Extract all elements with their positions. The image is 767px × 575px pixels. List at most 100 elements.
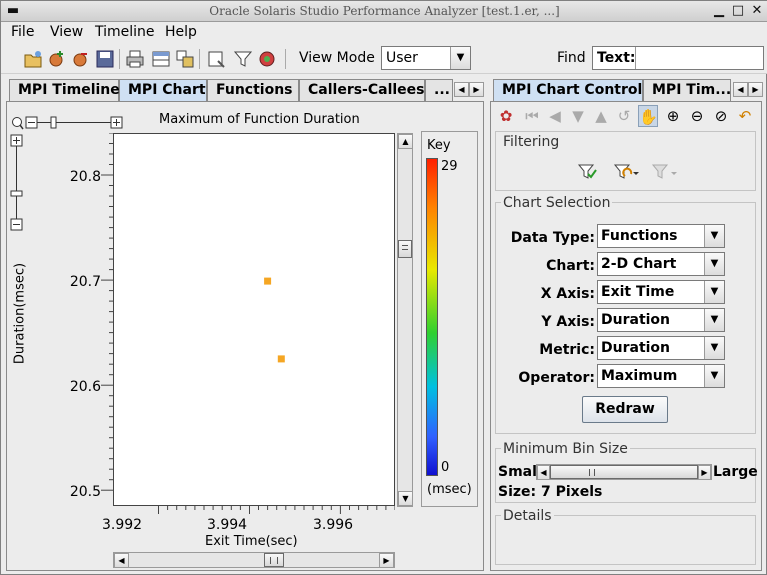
menu-bar: File View Timeline Help <box>1 22 767 44</box>
tab-scroll-left-icon[interactable]: ◀ <box>454 82 469 97</box>
scatter-plot-area[interactable] <box>113 133 395 506</box>
scroll-left-icon[interactable]: ◀ <box>114 553 129 568</box>
right-tab-scroll-right-icon[interactable]: ▶ <box>748 82 763 97</box>
menu-timeline-label: Timeline <box>95 24 155 40</box>
drop-experiment-icon[interactable] <box>71 49 91 69</box>
tab-mpi-chart-controls[interactable]: MPI Chart Controls <box>493 79 651 101</box>
pan-hand-icon[interactable]: ✋ <box>638 105 658 127</box>
bin-size-slider[interactable]: ◀ ▶ <box>536 464 712 480</box>
zoom-reset-icon[interactable]: ⊘ <box>711 105 731 127</box>
color-chooser-icon[interactable]: ✿ <box>496 105 516 127</box>
chevron-down-icon: ▼ <box>704 365 724 387</box>
scroll-right-icon[interactable]: ▶ <box>379 553 394 568</box>
compare-icon[interactable] <box>175 49 195 69</box>
horizontal-zoom-slider[interactable] <box>11 115 125 131</box>
find-text-field[interactable]: Text: <box>592 46 764 70</box>
right-tab-scroll-left-icon[interactable]: ◀ <box>733 82 748 97</box>
tab-more[interactable]: ... <box>425 79 453 101</box>
save-icon[interactable] <box>95 49 115 69</box>
menu-help-label: Help <box>165 24 197 40</box>
menu-timeline[interactable]: Timeline <box>95 24 155 40</box>
vertical-scroll-thumb[interactable] <box>398 240 412 258</box>
y-axis-value: Duration <box>601 312 671 328</box>
undo-icon[interactable]: ↶ <box>735 105 755 127</box>
x-axis-select[interactable]: Exit Time ▼ <box>597 280 725 304</box>
settings-icon[interactable] <box>207 49 227 69</box>
chart-title: Maximum of Function Duration <box>159 112 360 127</box>
minimize-icon[interactable]: ▁ <box>711 3 727 19</box>
tab-mpi-timeline[interactable]: MPI Timeline <box>9 79 120 101</box>
tab-callers-callees[interactable]: Callers-Callees <box>299 79 425 101</box>
filter-icon[interactable] <box>233 49 253 69</box>
scroll-up-icon[interactable]: ▲ <box>398 134 413 149</box>
print-icon[interactable] <box>125 49 145 69</box>
chart-value: 2-D Chart <box>601 256 677 272</box>
add-experiment-icon[interactable] <box>47 49 67 69</box>
y-tick-label: 20.6 <box>69 379 101 395</box>
key-min-label: 0 <box>441 460 450 475</box>
operator-value: Maximum <box>601 368 678 384</box>
data-type-value: Functions <box>601 228 678 244</box>
maximize-icon[interactable]: □ <box>730 3 746 19</box>
view-mode-value: User <box>386 50 418 66</box>
menu-view-label: View <box>50 24 84 40</box>
reset-view-icon: ↺ <box>617 107 631 125</box>
redraw-button[interactable]: Redraw <box>582 396 668 423</box>
tab-label: MPI Chart <box>128 82 206 98</box>
menu-help[interactable]: Help <box>165 24 197 40</box>
menu-view[interactable]: View <box>50 24 83 40</box>
bin-size-decrease-icon[interactable]: ◀ <box>537 465 550 480</box>
chart-select[interactable]: 2-D Chart ▼ <box>597 252 725 276</box>
tab-scroll-right-icon[interactable]: ▶ <box>469 82 484 97</box>
down-icon: ▼ <box>572 107 584 125</box>
open-experiment-icon[interactable] <box>23 49 43 69</box>
tab-mpi-timeline-controls[interactable]: MPI Tim... <box>643 79 731 101</box>
horizontal-scroll-thumb[interactable] <box>264 553 284 567</box>
split-view-icon[interactable] <box>151 49 171 69</box>
color-scale-bar <box>426 158 438 476</box>
bin-size-slider-thumb[interactable] <box>550 465 698 479</box>
bin-size-increase-icon[interactable]: ▶ <box>698 465 711 480</box>
scatter-point[interactable] <box>277 355 285 363</box>
x-axis-label: Exit Time(sec) <box>205 534 298 549</box>
y-axis-select[interactable]: Duration ▼ <box>597 308 725 332</box>
y-axis-field-label: Y Axis: <box>541 314 595 330</box>
filtering-title: Filtering <box>501 134 562 150</box>
y-tick-label: 20.5 <box>69 484 101 500</box>
zoom-in-icon[interactable]: ⊕ <box>663 105 683 127</box>
operator-select[interactable]: Maximum ▼ <box>597 364 725 388</box>
chevron-down-icon: ▼ <box>450 47 470 69</box>
up-icon: ▲ <box>595 107 607 125</box>
chevron-down-icon: ▼ <box>704 225 724 247</box>
metric-select[interactable]: Duration ▼ <box>597 336 725 360</box>
key-title: Key <box>427 138 451 153</box>
key-unit-label: (msec) <box>427 482 472 497</box>
data-type-label: Data Type: <box>510 230 595 246</box>
data-type-select[interactable]: Functions ▼ <box>597 224 725 248</box>
find-text-label: Text: <box>597 50 636 66</box>
filter-apply-icon[interactable] <box>577 162 597 182</box>
tab-mpi-chart[interactable]: MPI Chart <box>119 79 207 101</box>
zoom-out-icon[interactable]: ⊖ <box>687 105 707 127</box>
show-hide-functions-icon[interactable] <box>257 49 277 69</box>
x-tick-label: 3.996 <box>313 517 354 533</box>
scatter-point[interactable] <box>264 277 272 285</box>
view-mode-select[interactable]: User ▼ <box>381 46 471 70</box>
metric-value: Duration <box>601 340 671 356</box>
close-icon[interactable]: ✕ <box>749 3 765 19</box>
filter-redo-icon <box>651 164 677 179</box>
menu-file[interactable]: File <box>11 24 34 40</box>
application-window: ▬ Oracle Solaris Studio Performance Anal… <box>0 0 767 575</box>
chart-horizontal-scrollbar[interactable]: ◀ ▶ <box>113 552 395 568</box>
tab-functions[interactable]: Functions <box>207 79 299 101</box>
vertical-zoom-slider[interactable] <box>9 133 25 233</box>
y-axis-label: Duration(msec) <box>12 262 28 365</box>
window-title: Oracle Solaris Studio Performance Analyz… <box>209 4 560 18</box>
chart-vertical-scrollbar[interactable]: ▲ ▼ <box>397 133 413 507</box>
tab-label: MPI Timeline <box>18 82 120 98</box>
back-icon: ◀ <box>549 107 561 125</box>
filter-undo-icon[interactable] <box>613 162 639 182</box>
scroll-down-icon[interactable]: ▼ <box>398 491 413 506</box>
tab-label: ... <box>434 82 450 98</box>
tab-label: MPI Chart Controls <box>502 82 651 98</box>
